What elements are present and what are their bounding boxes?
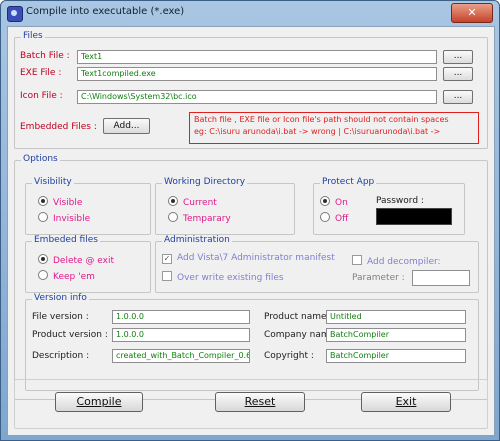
file-version-label: File version : [32, 312, 89, 322]
radio-unchecked-icon [320, 212, 330, 222]
delete-at-exit-radio[interactable]: Delete @ exit [38, 254, 114, 266]
protect-app-legend: Protect App [320, 177, 377, 187]
checkbox-checked-icon: ✓ [162, 254, 172, 264]
delete-at-exit-label: Delete @ exit [53, 256, 115, 266]
copyright-field[interactable]: BatchCompiler [326, 349, 466, 363]
version-info-group: Version info File version : 1.0.0.0 Prod… [25, 293, 479, 391]
exe-file-label: EXE File : [20, 68, 62, 78]
batch-file-label: Batch File : [20, 51, 70, 61]
radio-unchecked-icon [168, 212, 178, 222]
dialog-body: Files Batch File : Text1 ... EXE File : … [7, 26, 495, 436]
protect-off-label: Off [335, 214, 349, 224]
icon-file-label: Icon File : [20, 91, 63, 101]
protect-on-label: On [335, 198, 348, 208]
protect-off-radio[interactable]: Off [320, 212, 348, 224]
working-directory-legend: Working Directory [162, 177, 248, 187]
app-window: Compile into executable (*.exe) ✕ Files … [0, 0, 500, 441]
overwrite-label: Over write existing files [177, 273, 284, 283]
product-version-field[interactable]: 1.0.0.0 [112, 328, 250, 342]
radio-unchecked-icon [38, 270, 48, 280]
version-info-legend: Version info [32, 293, 89, 303]
description-field[interactable]: created_with_Batch_Compiler_0.6 [112, 349, 250, 363]
radio-checked-icon [38, 254, 48, 264]
app-icon [7, 6, 23, 22]
path-warning-note: Batch file , EXE file or Icon file's pat… [189, 112, 479, 144]
warning-line-2: eg: C:\isuru arunoda\i.bat -> wrong | C:… [194, 127, 441, 136]
embeded-files-legend: Embeded files [32, 235, 100, 245]
admin-manifest-label: Add Vista\7 Administrator manifest [177, 253, 335, 263]
invisible-label: Invisible [53, 214, 91, 224]
visible-radio[interactable]: Visible [38, 196, 82, 208]
product-name-field[interactable]: Untitled [326, 310, 466, 324]
parameter-label: Parameter : [352, 273, 405, 283]
working-directory-group: Working Directory Current Temparary [155, 177, 295, 235]
product-version-label: Product version : [32, 330, 108, 340]
temporary-dir-radio[interactable]: Temparary [168, 212, 231, 224]
radio-checked-icon [38, 196, 48, 206]
visibility-legend: Visibility [32, 177, 74, 187]
icon-browse-button[interactable]: ... [443, 90, 473, 104]
administration-group: Administration ✓ Add Vista\7 Administrato… [155, 235, 479, 293]
description-label: Description : [32, 351, 90, 361]
exe-file-field[interactable]: Text1compiled.exe [77, 67, 437, 81]
administration-legend: Administration [162, 235, 232, 245]
file-version-field[interactable]: 1.0.0.0 [112, 310, 250, 324]
exit-label: Exit [395, 395, 417, 408]
company-name-field[interactable]: BatchCompiler [326, 328, 466, 342]
embeded-files-group: Embeded files Delete @ exit Keep 'em [25, 235, 151, 293]
protect-app-group: Protect App On Off Password : [313, 177, 465, 235]
files-legend: Files [21, 31, 45, 41]
options-legend: Options [21, 154, 60, 164]
password-label: Password : [376, 196, 424, 206]
add-decompiler-checkbox[interactable]: Add decompiler: [352, 255, 441, 267]
files-group: Files Batch File : Text1 ... EXE File : … [14, 31, 488, 149]
batch-file-field[interactable]: Text1 [77, 50, 437, 64]
radio-unchecked-icon [38, 212, 48, 222]
close-icon: ✕ [467, 6, 477, 19]
compile-button[interactable]: Compile [55, 392, 143, 412]
compile-label: Compile [76, 395, 122, 408]
options-group: Options Visibility Visible Invisible Wor… [14, 154, 488, 400]
warning-line-1: Batch file , EXE file or Icon file's pat… [194, 115, 449, 124]
icon-file-field[interactable]: C:\Windows\System32\bc.ico [77, 90, 437, 104]
reset-button[interactable]: Reset [215, 392, 305, 412]
close-button[interactable]: ✕ [451, 3, 493, 23]
radio-checked-icon [168, 196, 178, 206]
exit-button[interactable]: Exit [361, 392, 451, 412]
invisible-radio[interactable]: Invisible [38, 212, 90, 224]
visible-label: Visible [53, 198, 83, 208]
checkbox-unchecked-icon [162, 271, 172, 281]
reset-label: Reset [244, 395, 276, 408]
checkbox-unchecked-icon [352, 255, 362, 265]
protect-on-radio[interactable]: On [320, 196, 348, 208]
batch-browse-button[interactable]: ... [443, 50, 473, 64]
add-decompiler-label: Add decompiler: [367, 257, 441, 267]
keep-em-label: Keep 'em [53, 272, 95, 282]
visibility-group: Visibility Visible Invisible [25, 177, 151, 235]
overwrite-checkbox[interactable]: Over write existing files [162, 271, 284, 283]
title-bar: Compile into executable (*.exe) ✕ [1, 1, 499, 25]
window-title: Compile into executable (*.exe) [26, 6, 185, 17]
radio-checked-icon [320, 196, 330, 206]
current-dir-label: Current [183, 198, 217, 208]
add-embedded-button[interactable]: Add... [103, 118, 150, 134]
temporary-dir-label: Temparary [183, 214, 231, 224]
product-name-label: Product name [264, 312, 327, 322]
copyright-label: Copyright : [264, 351, 314, 361]
embedded-files-label: Embedded Files : [20, 122, 97, 132]
actions-group: Compile Reset Exit [14, 379, 488, 429]
password-field[interactable] [376, 208, 452, 225]
keep-em-radio[interactable]: Keep 'em [38, 270, 95, 282]
parameter-field[interactable] [412, 270, 470, 286]
admin-manifest-checkbox[interactable]: ✓ Add Vista\7 Administrator manifest [162, 253, 335, 264]
exe-browse-button[interactable]: ... [443, 67, 473, 81]
current-dir-radio[interactable]: Current [168, 196, 217, 208]
